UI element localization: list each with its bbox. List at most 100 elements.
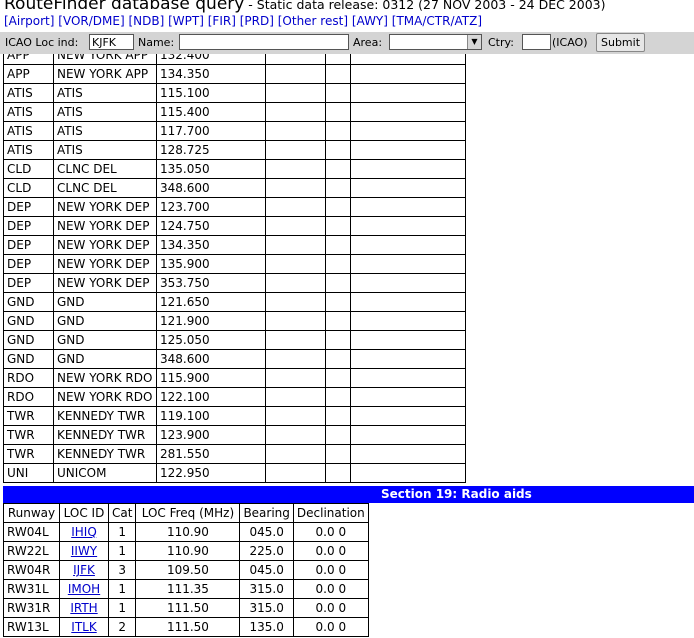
- empty-cell: [325, 406, 351, 426]
- cat-cell: 1: [107, 541, 137, 561]
- empty-cell: [325, 197, 351, 217]
- nav-link-wpt[interactable]: [WPT]: [168, 14, 204, 28]
- freq-name-cell: NEW YORK APP: [53, 54, 157, 65]
- runway-cell: RW22L: [3, 541, 60, 561]
- freq-value-cell: 348.600: [156, 349, 266, 369]
- table-row: ATIS ATIS 117.700: [3, 121, 466, 141]
- area-select[interactable]: ▼: [389, 34, 482, 50]
- bearing-cell: 225.0: [239, 541, 294, 561]
- table-row: GND GND 121.900: [3, 311, 466, 331]
- frequency-table: APP NEW YORK APP 132.400 APP NEW YORK APP 134…: [3, 54, 466, 483]
- empty-cell: [350, 349, 466, 369]
- empty-cell: [350, 197, 466, 217]
- nav-link-ndb[interactable]: [NDB]: [128, 14, 164, 28]
- freq-name-cell: CLNC DEL: [53, 178, 157, 198]
- loc-id-cell: IHIQ: [59, 522, 109, 542]
- empty-cell: [265, 64, 326, 84]
- empty-cell: [350, 406, 466, 426]
- empty-cell: [265, 349, 326, 369]
- empty-cell: [325, 102, 351, 122]
- icao-input[interactable]: [89, 34, 134, 50]
- name-label: Name:: [138, 36, 175, 49]
- empty-cell: [350, 83, 466, 103]
- area-label: Area:: [353, 36, 383, 49]
- loc-id-link[interactable]: IIWY: [71, 544, 97, 558]
- nav-link-tma-ctr-atz[interactable]: [TMA/CTR/ATZ]: [392, 14, 482, 28]
- table-row: TWR KENNEDY TWR 123.900: [3, 425, 466, 445]
- frequency-table-viewport: APP NEW YORK APP 132.400 APP NEW YORK APP 134…: [3, 54, 468, 486]
- freq-name-cell: NEW YORK DEP: [53, 235, 157, 255]
- freq-name-cell: KENNEDY TWR: [53, 425, 157, 445]
- empty-cell: [265, 140, 326, 160]
- table-row: CLD CLNC DEL 348.600: [3, 178, 466, 198]
- ctry-input[interactable]: [522, 34, 551, 50]
- empty-cell: [265, 197, 326, 217]
- empty-cell: [265, 463, 326, 483]
- loc-id-cell: IMOH: [59, 579, 109, 599]
- column-header: Bearing: [239, 503, 294, 523]
- submit-button[interactable]: Submit: [596, 33, 646, 52]
- loc-id-link[interactable]: IMOH: [68, 582, 100, 596]
- loc-freq-cell: 110.90: [135, 522, 241, 542]
- freq-type-cell: DEP: [3, 254, 54, 274]
- name-input[interactable]: [179, 34, 349, 50]
- empty-cell: [350, 235, 466, 255]
- freq-type-cell: TWR: [3, 425, 54, 445]
- empty-cell: [350, 330, 466, 350]
- freq-name-cell: GND: [53, 349, 157, 369]
- freq-value-cell: 353.750: [156, 273, 266, 293]
- column-header: LOC ID: [59, 503, 109, 523]
- empty-cell: [265, 54, 326, 65]
- loc-id-link[interactable]: IRTH: [70, 601, 97, 615]
- loc-id-link[interactable]: IHIQ: [71, 525, 97, 539]
- table-row: CLD CLNC DEL 135.050: [3, 159, 466, 179]
- empty-cell: [350, 292, 466, 312]
- table-row: GND GND 125.050: [3, 330, 466, 350]
- table-row: RW13L ITLK 2 111.50 135.0 0.0 0: [3, 617, 369, 637]
- nav-link-prd[interactable]: [PRD]: [240, 14, 274, 28]
- chevron-down-icon[interactable]: ▼: [467, 35, 481, 49]
- freq-value-cell: 134.350: [156, 235, 266, 255]
- cat-cell: 3: [107, 560, 137, 580]
- freq-value-cell: 123.900: [156, 425, 266, 445]
- freq-name-cell: NEW YORK RDO: [53, 368, 157, 388]
- section-19-header: Section 19: Radio aids: [3, 486, 694, 503]
- column-header: Runway: [3, 503, 60, 523]
- table-row: APP NEW YORK APP 134.350: [3, 64, 466, 84]
- freq-name-cell: ATIS: [53, 83, 157, 103]
- empty-cell: [350, 444, 466, 464]
- table-row: DEP NEW YORK DEP 124.750: [3, 216, 466, 236]
- empty-cell: [325, 216, 351, 236]
- nav-link-other-rest[interactable]: [Other rest]: [278, 14, 348, 28]
- table-row: ATIS ATIS 115.400: [3, 102, 466, 122]
- empty-cell: [265, 292, 326, 312]
- freq-type-cell: TWR: [3, 444, 54, 464]
- table-row: TWR KENNEDY TWR 281.550: [3, 444, 466, 464]
- empty-cell: [350, 121, 466, 141]
- nav-link-awy[interactable]: [AWY]: [352, 14, 388, 28]
- freq-type-cell: APP: [3, 54, 54, 65]
- page-title: RouteFinder database query: [4, 0, 245, 14]
- table-row: GND GND 348.600: [3, 349, 466, 369]
- empty-cell: [350, 425, 466, 445]
- loc-id-cell: IIWY: [59, 541, 109, 561]
- freq-value-cell: 115.100: [156, 83, 266, 103]
- runway-cell: RW31R: [3, 598, 60, 618]
- nav-link-fir[interactable]: [FIR]: [208, 14, 236, 28]
- table-row: RDO NEW YORK RDO 115.900: [3, 368, 466, 388]
- loc-id-link[interactable]: ITLK: [71, 620, 96, 634]
- nav-link-airport[interactable]: [Airport]: [4, 14, 54, 28]
- freq-value-cell: 122.100: [156, 387, 266, 407]
- nav-link-vor-dme[interactable]: [VOR/DME]: [58, 14, 124, 28]
- table-row: DEP NEW YORK DEP 134.350: [3, 235, 466, 255]
- freq-type-cell: DEP: [3, 235, 54, 255]
- empty-cell: [325, 444, 351, 464]
- freq-name-cell: GND: [53, 292, 157, 312]
- declination-cell: 0.0 0: [292, 541, 369, 561]
- loc-id-link[interactable]: IJFK: [73, 563, 95, 577]
- freq-value-cell: 135.050: [156, 159, 266, 179]
- runway-cell: RW13L: [3, 617, 60, 637]
- freq-type-cell: ATIS: [3, 102, 54, 122]
- runway-cell: RW04L: [3, 522, 60, 542]
- loc-freq-cell: 111.50: [135, 598, 241, 618]
